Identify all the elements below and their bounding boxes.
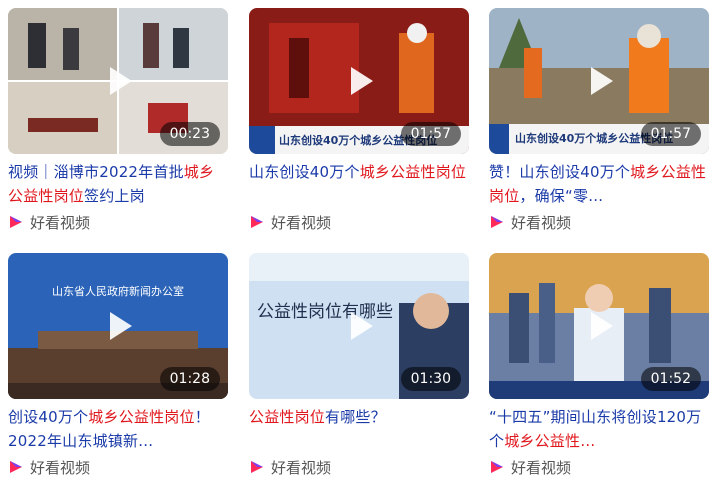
video-source[interactable]: 好看视频	[489, 210, 709, 234]
video-card[interactable]: 山东省人民政府新闻办公室 01:28 创设40万个城乡公益性岗位！2022年山东…	[8, 253, 228, 479]
title-highlight: 公益性岗位	[249, 408, 326, 426]
play-icon[interactable]	[585, 67, 613, 95]
haokan-logo-icon	[251, 461, 263, 473]
title-text: 赞！山东创设40万个	[489, 163, 631, 181]
title-text: ，确保“零…	[519, 187, 604, 205]
video-title[interactable]: 山东创设40万个城乡公益性岗位	[249, 160, 469, 208]
play-icon[interactable]	[104, 312, 132, 340]
video-title[interactable]: 创设40万个城乡公益性岗位！2022年山东城镇新…	[8, 405, 228, 453]
haokan-logo-icon	[491, 216, 503, 228]
video-thumbnail[interactable]: 公益性岗位有哪些 01:30	[249, 253, 469, 399]
title-highlight: 城乡公益性岗位	[88, 408, 195, 426]
title-highlight: 城乡公益性岗位	[359, 163, 467, 181]
video-results-grid: 00:23 视频｜淄博市2022年首批城乡公益性岗位签约上岗 好看视频 山东创设…	[0, 0, 720, 477]
haokan-logo-icon	[251, 216, 263, 228]
video-duration: 00:23	[159, 122, 220, 146]
caption-overlay: 山东省人民政府新闻办公室	[52, 284, 184, 298]
title-highlight: 城乡公益性…	[504, 432, 596, 450]
haokan-logo-icon	[10, 461, 22, 473]
source-label: 好看视频	[511, 213, 572, 232]
title-text: 山东创设40万个	[249, 163, 360, 181]
source-label: 好看视频	[271, 213, 332, 232]
svg-text:山东省人民政府新闻办公室: 山东省人民政府新闻办公室	[52, 284, 184, 298]
video-thumbnail[interactable]: 00:23	[8, 8, 228, 154]
play-icon[interactable]	[345, 67, 373, 95]
video-thumbnail[interactable]: 山东创设40万个城乡公益性岗位 01:57	[489, 8, 709, 154]
video-source[interactable]: 好看视频	[8, 210, 228, 234]
title-text: 视频｜淄博市2022年首批	[8, 163, 184, 181]
video-duration: 01:28	[159, 367, 220, 391]
video-source[interactable]: 好看视频	[8, 455, 228, 479]
video-duration: 01:30	[400, 367, 461, 391]
title-text: 签约上岗	[84, 187, 145, 205]
video-title[interactable]: 公益性岗位有哪些？	[249, 405, 469, 453]
video-title[interactable]: 视频｜淄博市2022年首批城乡公益性岗位签约上岗	[8, 160, 228, 208]
video-title[interactable]: “十四五”期间山东将创设120万个城乡公益性…	[489, 405, 709, 453]
haokan-logo-icon	[10, 216, 22, 228]
source-label: 好看视频	[30, 458, 91, 477]
video-source[interactable]: 好看视频	[249, 455, 469, 479]
title-text: 创设40万个	[8, 408, 89, 426]
video-title[interactable]: 赞！山东创设40万个城乡公益性岗位，确保“零…	[489, 160, 709, 208]
source-label: 好看视频	[271, 458, 332, 477]
video-card[interactable]: 山东创设40万个城乡公益性岗位 01:57 赞！山东创设40万个城乡公益性岗位，…	[489, 8, 709, 234]
video-thumbnail[interactable]: 山东省人民政府新闻办公室 01:28	[8, 253, 228, 399]
play-icon[interactable]	[345, 312, 373, 340]
video-duration: 01:57	[400, 122, 461, 146]
video-card[interactable]: 山东创设40万个城乡公益性岗位 01:57 山东创设40万个城乡公益性岗位 好看…	[249, 8, 469, 234]
play-icon[interactable]	[104, 67, 132, 95]
video-source[interactable]: 好看视频	[489, 455, 709, 479]
video-thumbnail[interactable]: 01:52	[489, 253, 709, 399]
video-thumbnail[interactable]: 山东创设40万个城乡公益性岗位 01:57	[249, 8, 469, 154]
play-icon[interactable]	[585, 312, 613, 340]
video-duration: 01:52	[640, 367, 701, 391]
video-duration: 01:57	[640, 122, 701, 146]
source-label: 好看视频	[511, 458, 572, 477]
video-card[interactable]: 公益性岗位有哪些 01:30 公益性岗位有哪些？ 好看视频	[249, 253, 469, 479]
video-source[interactable]: 好看视频	[249, 210, 469, 234]
video-card[interactable]: 00:23 视频｜淄博市2022年首批城乡公益性岗位签约上岗 好看视频	[8, 8, 228, 234]
haokan-logo-icon	[491, 461, 503, 473]
video-card[interactable]: 01:52 “十四五”期间山东将创设120万个城乡公益性… 好看视频	[489, 253, 709, 479]
source-label: 好看视频	[30, 213, 91, 232]
title-text: 有哪些？	[325, 408, 386, 426]
